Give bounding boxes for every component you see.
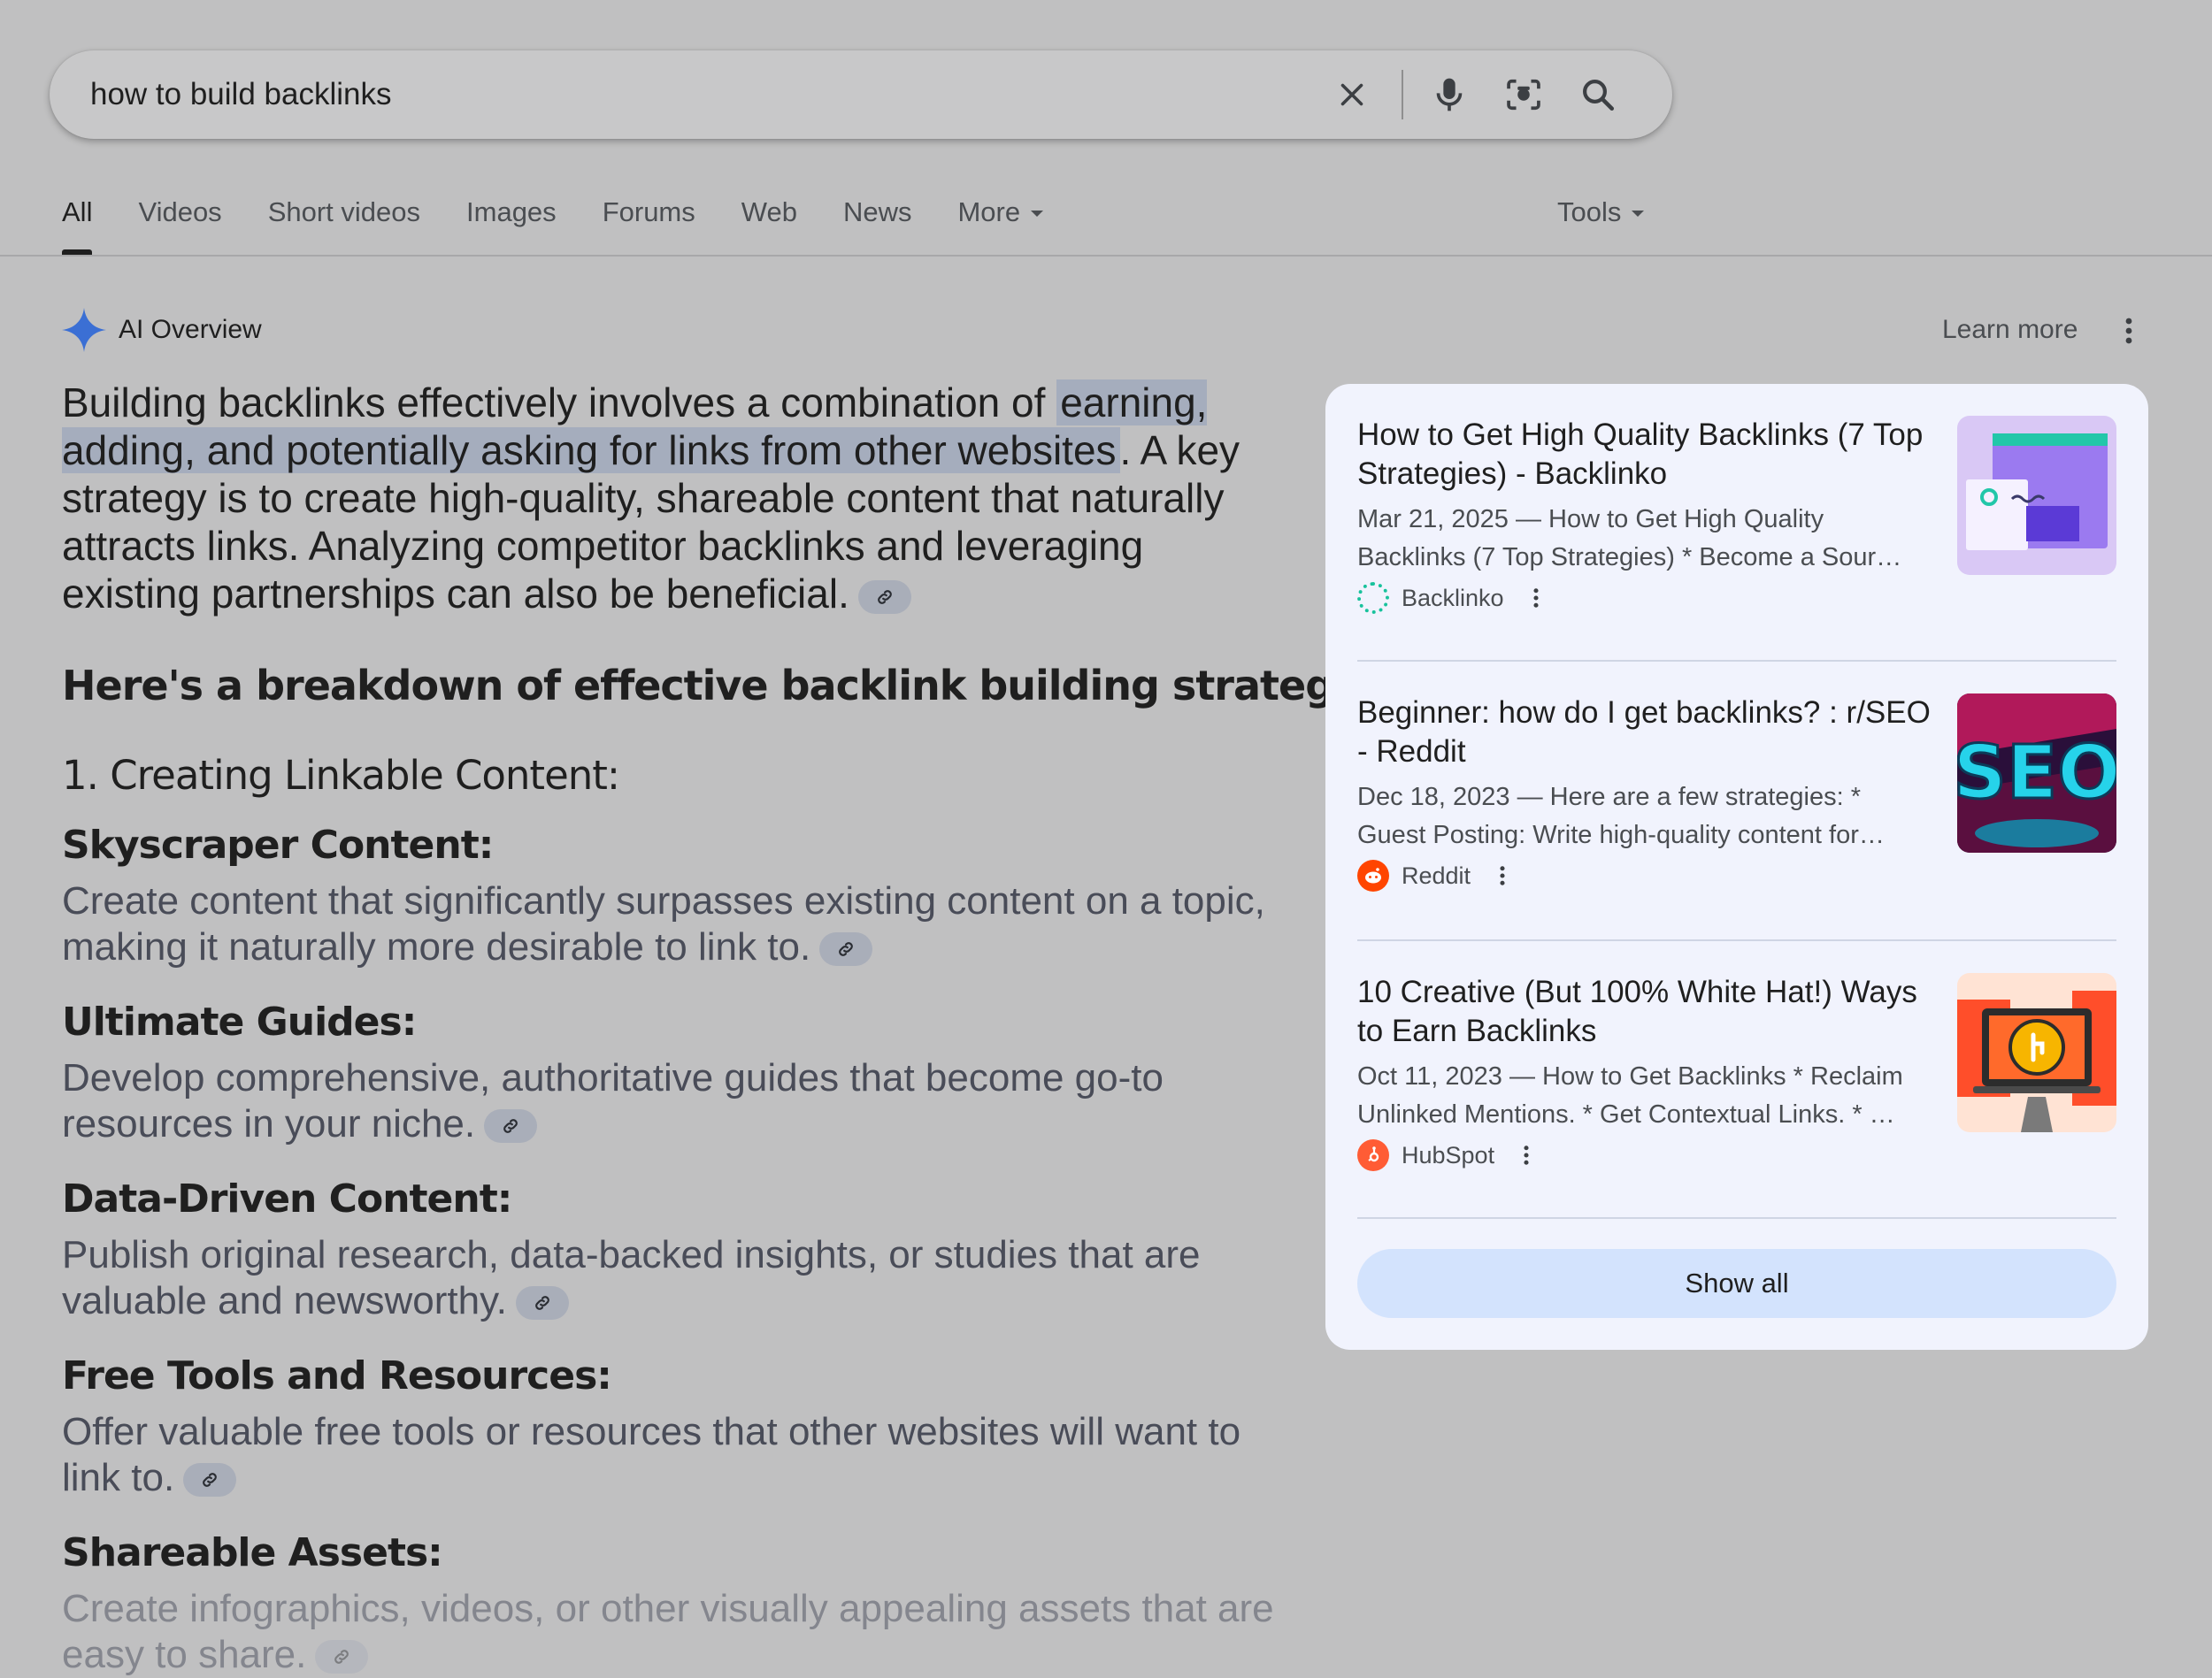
source-site-name: Reddit (1402, 862, 1471, 889)
strategy-description: Publish original research, data-backed i… (62, 1233, 1201, 1322)
tab-web[interactable]: Web (741, 196, 797, 255)
more-options-icon[interactable] (1521, 1142, 1532, 1168)
clear-icon[interactable] (1325, 68, 1379, 121)
strategy-description: Develop comprehensive, authoritative gui… (62, 1056, 1164, 1145)
strategy-item: Shareable Assets: Create infographics, v… (62, 1530, 1274, 1678)
source-thumbnail[interactable]: SEO (1957, 693, 2116, 853)
source-link-chip[interactable] (516, 1286, 570, 1321)
tab-short-videos[interactable]: Short videos (268, 196, 420, 255)
strategy-title: Shareable Assets: (62, 1530, 443, 1575)
strategy-item: Data-Driven Content: Publish original re… (62, 1176, 1274, 1324)
card-divider (1357, 1217, 2116, 1219)
link-icon (535, 1296, 549, 1311)
strategy-title: Skyscraper Content: (62, 823, 494, 868)
strategy-title: Data-Driven Content: (62, 1176, 512, 1222)
source-title[interactable]: 10 Creative (But 100% White Hat!) Ways t… (1357, 973, 1932, 1051)
search-bar[interactable]: how to build backlinks (50, 50, 1672, 139)
source-link-chip[interactable] (857, 579, 911, 614)
strategy-title: Ultimate Guides: (62, 1000, 417, 1045)
backlinko-logo-icon (1357, 582, 1389, 614)
caret-down-icon (1632, 211, 1645, 217)
hubspot-logo-icon (1357, 1139, 1389, 1171)
source-site-name: Backlinko (1402, 584, 1504, 611)
source-snippet: Mar 21, 2025 — How to Get High Quality B… (1357, 505, 1902, 571)
strategy-item: Ultimate Guides: Develop comprehensive, … (62, 1000, 1274, 1147)
gemini-sparkle-icon (62, 308, 106, 352)
learn-more-link[interactable]: Learn more (1942, 315, 2078, 345)
link-icon (334, 1650, 349, 1665)
breakdown-heading: Here's a breakdown of effective backlink… (62, 662, 1413, 709)
link-icon (203, 1473, 217, 1488)
strategy-description: Create infographics, videos, or other vi… (62, 1587, 1274, 1676)
source-link-chip[interactable] (484, 1109, 538, 1144)
search-icon[interactable] (1571, 68, 1624, 121)
tab-forums[interactable]: Forums (603, 196, 695, 255)
search-tabs: All Videos Short videos Images Forums We… (62, 196, 1089, 255)
tools-button[interactable]: Tools (1557, 196, 1645, 228)
source-title[interactable]: Beginner: how do I get backlinks? : r/SE… (1357, 693, 1932, 771)
source-thumbnail[interactable] (1957, 416, 2116, 575)
source-title[interactable]: How to Get High Quality Backlinks (7 Top… (1357, 416, 1932, 494)
microphone-icon[interactable] (1423, 68, 1476, 121)
ai-overview-header: AI Overview (62, 308, 262, 352)
source-site: HubSpot (1357, 1139, 1532, 1171)
section-heading: 1. Creating Linkable Content: (62, 752, 620, 799)
strategy-description: Create content that significantly surpas… (62, 879, 1265, 969)
search-bar-actions (1325, 50, 1624, 139)
source-card[interactable]: Beginner: how do I get backlinks? : r/SE… (1357, 693, 2116, 906)
tab-news[interactable]: News (843, 196, 912, 255)
search-bar-divider (1402, 70, 1403, 119)
thumbnail-text: SEO (1957, 729, 2116, 816)
source-site: Backlinko (1357, 582, 1541, 614)
strategy-item: Skyscraper Content: Create content that … (62, 823, 1274, 970)
search-input[interactable]: how to build backlinks (90, 77, 391, 112)
sources-panel: How to Get High Quality Backlinks (7 Top… (1325, 384, 2148, 1350)
more-options-icon[interactable] (1497, 862, 1508, 889)
lens-camera-icon[interactable] (1497, 68, 1550, 121)
more-options-icon[interactable] (2122, 317, 2136, 349)
caret-down-icon (1031, 211, 1044, 217)
link-icon (839, 942, 853, 957)
link-icon (878, 590, 892, 604)
strategy-item: Free Tools and Resources: Offer valuable… (62, 1353, 1274, 1501)
source-thumbnail[interactable] (1957, 973, 2116, 1132)
tab-images[interactable]: Images (466, 196, 557, 255)
more-options-icon[interactable] (1531, 585, 1541, 611)
tabs-divider (0, 255, 2212, 257)
source-site: Reddit (1357, 860, 1508, 892)
source-link-chip[interactable] (183, 1463, 237, 1498)
tab-more[interactable]: More (957, 196, 1044, 255)
source-site-name: HubSpot (1402, 1141, 1495, 1168)
source-snippet: Oct 11, 2023 — How to Get Backlinks * Re… (1357, 1062, 1903, 1129)
reddit-logo-icon (1357, 860, 1389, 892)
strategy-description: Offer valuable free tools or resources t… (62, 1410, 1241, 1499)
source-card[interactable]: How to Get High Quality Backlinks (7 Top… (1357, 416, 2116, 628)
source-card[interactable]: 10 Creative (But 100% White Hat!) Ways t… (1357, 973, 2116, 1185)
tab-all[interactable]: All (62, 196, 93, 255)
ai-overview-summary: Building backlinks effectively involves … (62, 379, 1240, 617)
show-all-button[interactable]: Show all (1357, 1249, 2116, 1318)
source-snippet: Dec 18, 2023 — Here are a few strategies… (1357, 783, 1885, 849)
tab-videos[interactable]: Videos (138, 196, 221, 255)
card-divider (1357, 660, 2116, 662)
card-divider (1357, 939, 2116, 941)
ai-overview-title: AI Overview (119, 315, 262, 344)
link-icon (503, 1119, 518, 1134)
source-link-chip[interactable] (819, 932, 873, 967)
strategy-title: Free Tools and Resources: (62, 1353, 612, 1398)
source-link-chip[interactable] (315, 1640, 369, 1674)
